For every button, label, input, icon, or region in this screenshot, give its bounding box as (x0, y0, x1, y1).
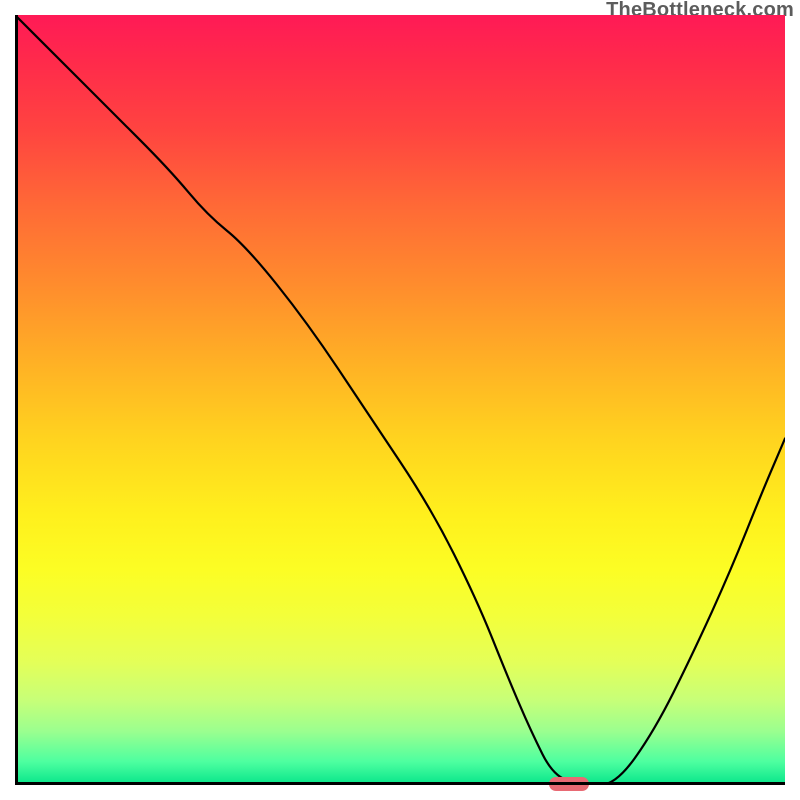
optimal-marker (549, 777, 589, 791)
plot-area (15, 15, 785, 785)
bottleneck-chart: TheBottleneck.com (0, 0, 800, 800)
bottleneck-curve (15, 15, 785, 785)
